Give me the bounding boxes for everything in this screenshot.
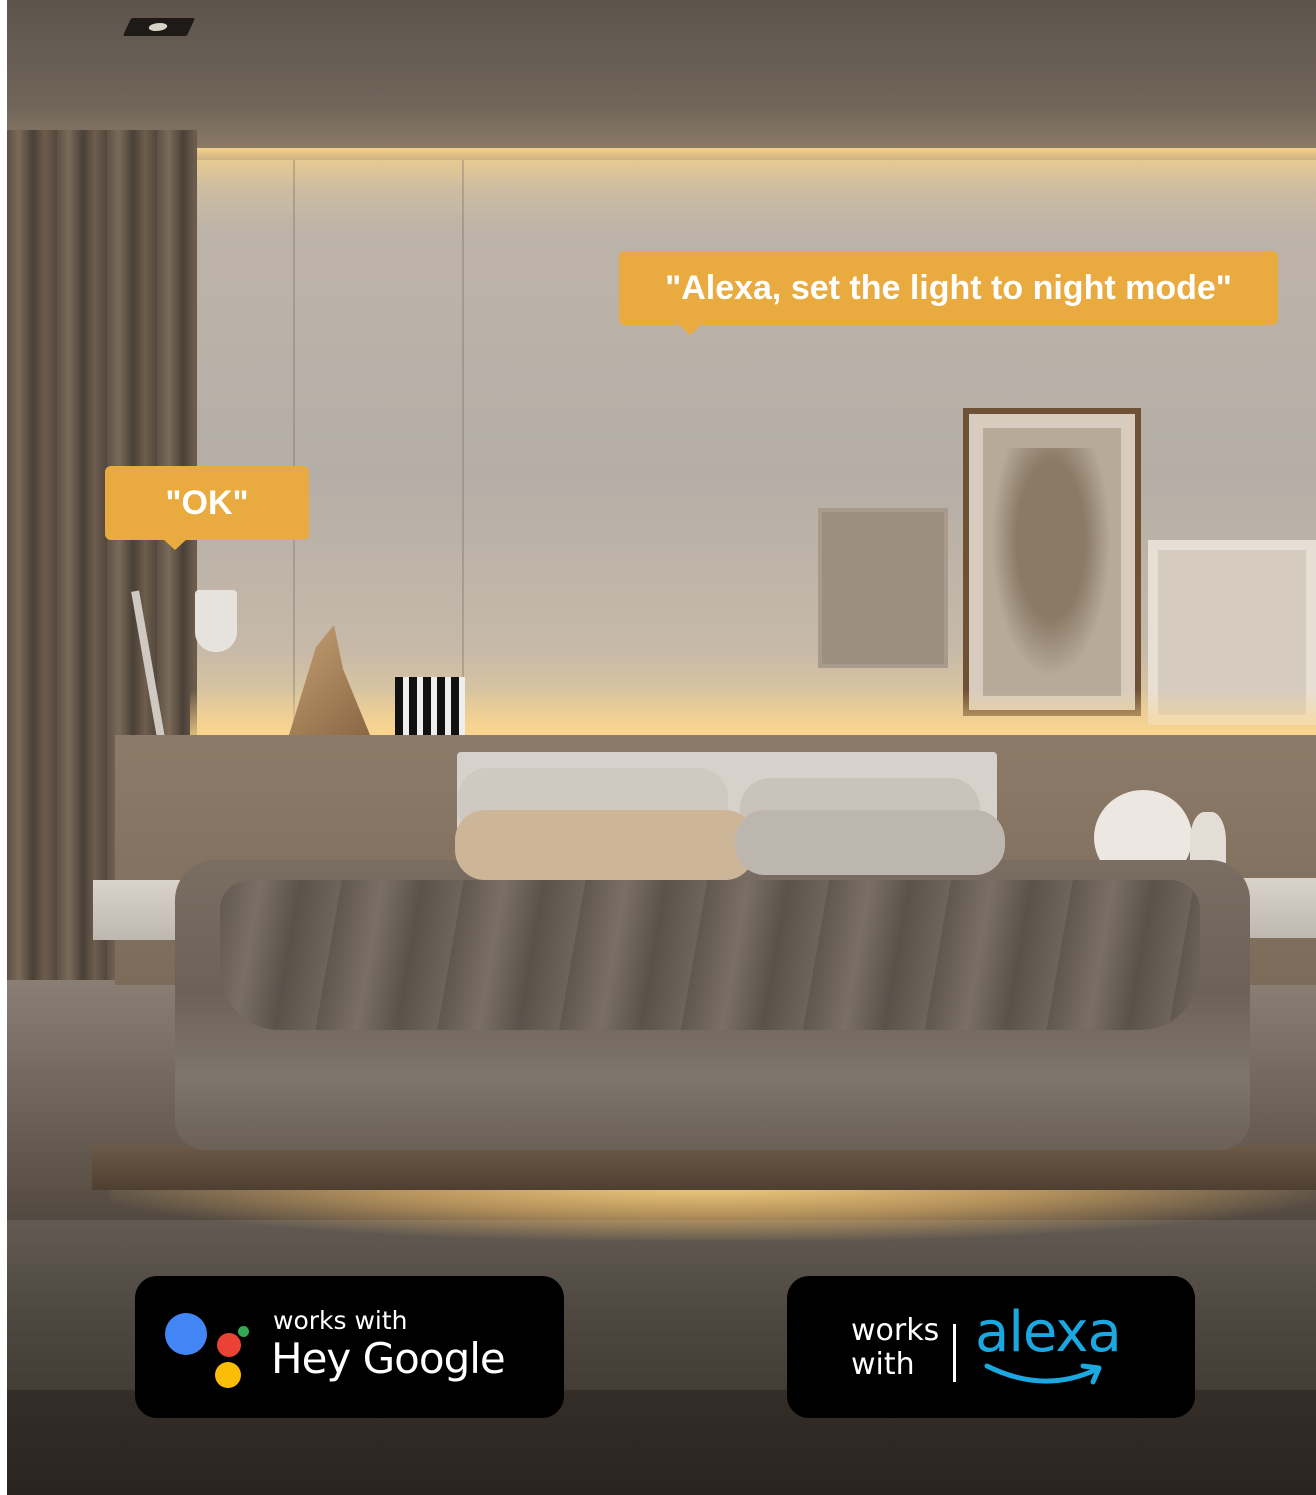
left-border (0, 0, 7, 1495)
wall-panel-line (293, 160, 295, 735)
google-assistant-icon (238, 1326, 249, 1337)
ceiling (7, 0, 1316, 150)
google-works-with-text: works with (273, 1306, 408, 1335)
blanket (220, 880, 1200, 1030)
pillow (735, 810, 1005, 875)
bedroom-scene: "Alexa, set the light to night mode" "OK… (0, 0, 1316, 1495)
alexa-works-with-text: works with (851, 1313, 940, 1382)
alexa-logo-text: alexa (975, 1300, 1122, 1365)
works-with-alexa-badge: works with alexa (787, 1276, 1195, 1418)
abstract-artwork (963, 408, 1141, 716)
pillow (455, 810, 755, 880)
ok-response-bubble: "OK" (105, 466, 309, 550)
google-assistant-icon (165, 1313, 207, 1355)
bed-platform (92, 1145, 1316, 1190)
works-with-google-badge: works with Hey Google (135, 1276, 564, 1418)
google-assistant-icon (215, 1362, 241, 1388)
cove-led-glow (190, 148, 1316, 188)
ceiling-light (122, 18, 196, 36)
tree-artwork (818, 508, 948, 668)
badge-divider (953, 1324, 956, 1382)
amazon-smile-icon (984, 1363, 1102, 1385)
google-assistant-icon (217, 1333, 241, 1357)
alexa-command-bubble: "Alexa, set the light to night mode" (619, 251, 1278, 335)
wall-panel-line (462, 160, 464, 735)
wall-lamp-head (195, 590, 237, 652)
hey-google-text: Hey Google (271, 1334, 506, 1383)
books (395, 677, 465, 735)
